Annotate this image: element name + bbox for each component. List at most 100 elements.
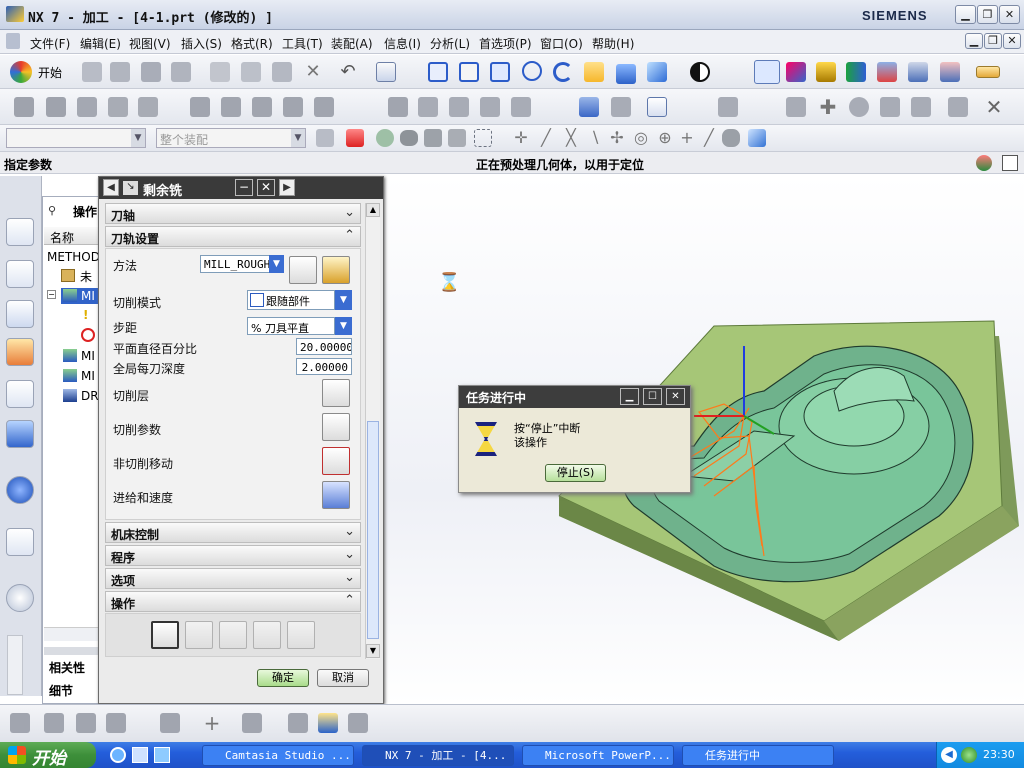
reuse-nav-icon[interactable] [6,420,34,448]
bottom-tool-10-icon[interactable] [348,713,368,733]
postprocess-icon[interactable] [314,97,334,117]
tool-display-icon[interactable] [388,97,408,117]
taskbar-item-camtasia[interactable]: Camtasia Studio ... [202,745,354,766]
menu-file[interactable]: 文件(F) [30,35,70,52]
print-icon[interactable] [171,62,191,82]
bottom-sketch-icon[interactable] [242,713,262,733]
geometry-icon[interactable] [877,62,897,82]
object-icon[interactable] [849,97,869,117]
dialog-scrollbar[interactable]: ▲ ▼ [365,203,380,659]
cancel-button[interactable]: 取消 [317,669,369,687]
perspective-icon[interactable] [616,64,636,84]
chevron-down-icon[interactable]: ▼ [335,290,352,310]
view-cube-icon[interactable] [647,62,667,82]
quicklaunch-icon[interactable] [132,747,148,763]
menu-tools[interactable]: 工具(T) [282,35,323,52]
cut-params-icon[interactable] [322,413,350,441]
close-icon[interactable]: ✕ [999,5,1020,24]
tray-app-icon[interactable] [961,747,977,763]
prev-arrow-icon[interactable]: ◀ [103,179,119,196]
bottom-tool-1-icon[interactable] [10,713,30,733]
menu-assembly[interactable]: 装配(A) [331,35,373,52]
delete-icon[interactable]: ✕ [303,62,323,82]
menu-view[interactable]: 视图(V) [129,35,171,52]
save-icon[interactable] [141,62,161,82]
copy-icon[interactable] [241,62,261,82]
tool-icon[interactable] [816,62,836,82]
drill-icon[interactable] [579,97,599,117]
snap-mid-icon[interactable]: ╱ [537,129,555,147]
task-maximize-icon[interactable]: ☐ [643,388,662,405]
start-menu-button[interactable]: 开始 [38,64,62,81]
section-operation[interactable]: 操作 ⌃ [105,591,361,612]
navigator-pin-icon[interactable]: ⚲ [48,204,56,217]
chevron-down-icon[interactable]: ▼ [131,129,145,147]
select-icon[interactable] [376,62,396,82]
stop-button[interactable]: 停止(S) [545,464,606,482]
non-cutting-moves-icon[interactable] [322,447,350,475]
tray-arrow-icon[interactable]: ◀ [941,747,957,763]
bottom-add-icon[interactable]: + [202,713,222,733]
doc-close-icon[interactable]: ✕ [1003,33,1021,49]
verify-icon[interactable] [219,621,247,649]
method-icon[interactable] [908,62,928,82]
csys-icon[interactable] [786,62,806,82]
replay-path-icon[interactable] [221,97,241,117]
ok-button[interactable]: 确定 [257,669,309,687]
start-button[interactable]: 开始 [0,742,96,769]
method-edit-icon[interactable] [322,256,350,284]
navigator-column-header[interactable]: 名称 [44,227,104,245]
dialog-pin-icon[interactable]: ↘ [123,181,138,195]
tree-item-label[interactable]: DR [81,389,99,403]
constraint-nav-icon[interactable] [6,260,34,288]
method-new-icon[interactable] [289,256,317,284]
open-icon[interactable] [110,62,130,82]
tree-root[interactable]: METHOD [47,250,100,264]
stepover-select[interactable]: % 刀具平直 [247,317,335,335]
start-icon[interactable] [10,61,32,83]
add-icon[interactable]: ✚ [818,97,838,117]
stock-icon[interactable] [611,97,631,117]
snap-center-icon[interactable]: ◎ [632,129,650,147]
rotate-icon[interactable] [553,62,573,82]
render-style-icon[interactable] [690,62,710,82]
machine-nav-icon[interactable] [6,338,34,366]
scroll-thumb[interactable] [367,421,379,639]
scroll-down-icon[interactable]: ▼ [366,644,380,658]
history-nav-icon[interactable] [6,584,34,612]
menu-info[interactable]: 信息(I) [384,35,421,52]
chevron-down-icon[interactable]: ▼ [269,255,284,273]
splitter-grip[interactable] [44,647,104,655]
pan-icon[interactable] [584,62,604,82]
machine-tool-icon[interactable] [511,97,531,117]
menu-window[interactable]: 窗口(O) [540,35,583,52]
feature-rule-icon[interactable] [448,129,466,147]
bottom-tool-4-icon[interactable] [106,713,126,733]
scroll-up-icon[interactable]: ▲ [366,203,380,217]
navigator-details[interactable]: 细节 [49,682,73,699]
snap-line-icon[interactable]: ╱ [700,129,718,147]
info-nav-icon[interactable] [6,476,34,504]
task-close-icon[interactable]: ✕ [666,388,685,405]
depth-per-cut-input[interactable]: 2.00000 [296,358,352,375]
new-icon[interactable] [82,62,102,82]
assembly-nav-icon[interactable] [6,218,34,246]
taskbar-item-powerpoint[interactable]: Microsoft PowerP... [522,745,674,766]
shop-doc-icon[interactable] [449,97,469,117]
bottom-tool-2-icon[interactable] [44,713,64,733]
tree-item-label[interactable]: MI [81,349,95,363]
doc-restore-icon[interactable]: ▁ [965,33,983,49]
cut-icon[interactable] [210,62,230,82]
minimize-icon[interactable]: ▁ [955,5,976,24]
tree-expand-icon[interactable]: − [47,290,56,299]
section-path-settings[interactable]: 刀轨设置 ⌃ [105,226,361,247]
section-machine-control[interactable]: 机床控制 ⌄ [105,522,361,543]
flat-diameter-pct-input[interactable]: 20.00000 [296,338,352,355]
wcs-icon[interactable] [754,60,780,84]
curve-rule-icon[interactable] [376,129,394,147]
program-icon[interactable] [940,62,960,82]
section-tool-axis[interactable]: 刀轴 ⌄ [105,203,361,224]
chevron-down-icon[interactable]: ▼ [335,317,352,335]
verify-path-icon[interactable] [252,97,272,117]
bottom-tool-9-icon[interactable] [318,713,338,733]
